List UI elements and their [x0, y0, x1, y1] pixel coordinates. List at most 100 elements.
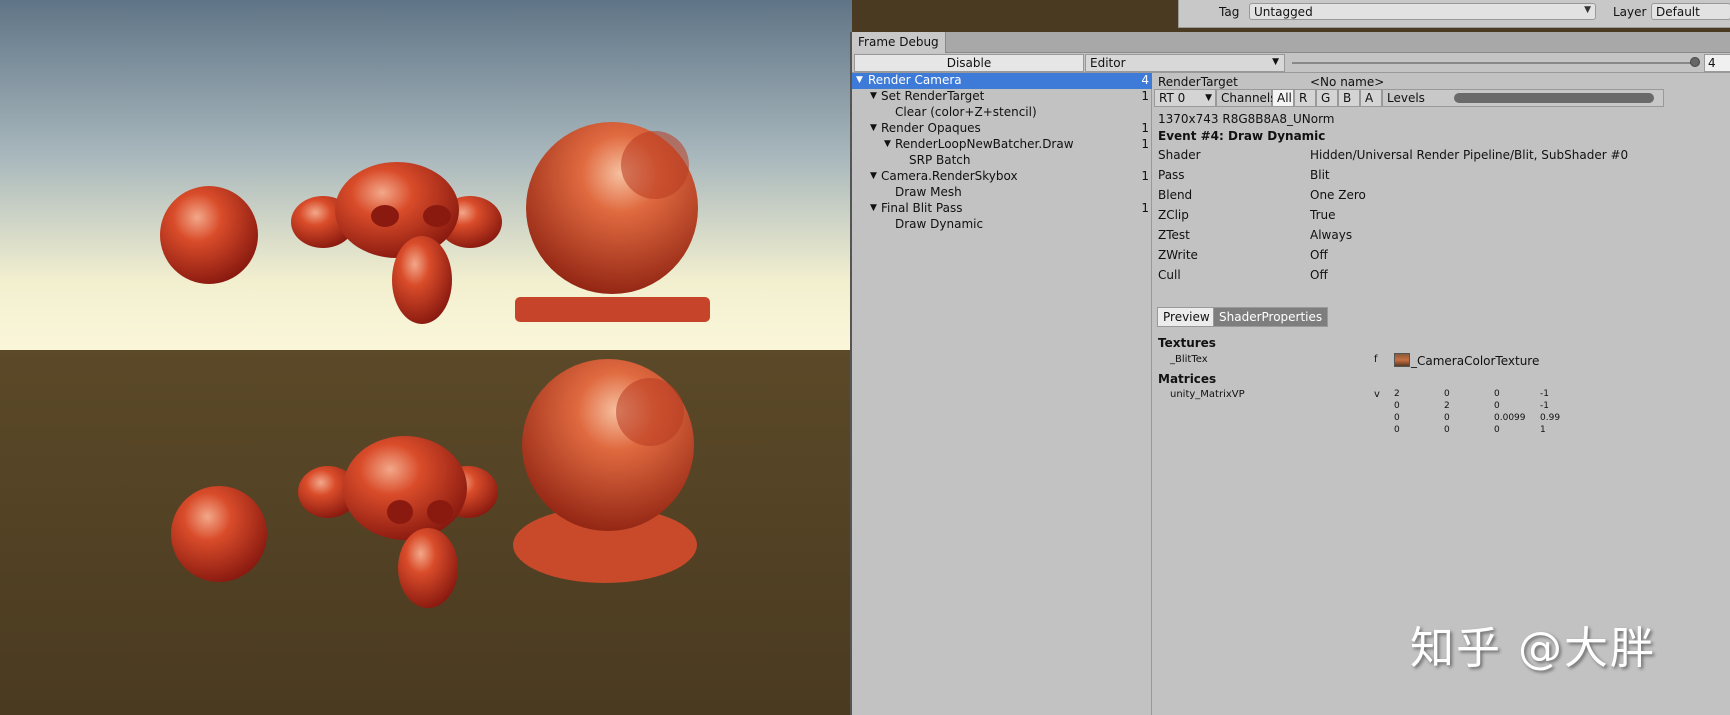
property-value: Off — [1310, 268, 1328, 282]
texture-stage: f — [1374, 354, 1378, 365]
rt-format: 1370x743 R8G8B8A8_UNorm — [1158, 112, 1335, 126]
chevron-down-icon: ▼ — [1584, 5, 1591, 15]
tag-dropdown[interactable]: Untagged ▼ — [1249, 3, 1596, 20]
expand-triangle-icon[interactable]: ▼ — [870, 89, 877, 104]
expand-triangle-icon[interactable]: ▼ — [870, 169, 877, 184]
event-title: Event #4: Draw Dynamic — [1158, 129, 1326, 143]
chevron-down-icon: ▼ — [1272, 57, 1279, 67]
tree-item-label: Clear (color+Z+stencil) — [895, 105, 1037, 119]
channel-b-button[interactable]: B — [1338, 89, 1360, 107]
channel-r-button[interactable]: R — [1294, 89, 1316, 107]
channel-all-button[interactable]: All — [1272, 89, 1294, 107]
tab-frame-debug[interactable]: Frame Debug — [852, 32, 946, 53]
matrix-cell: 0 — [1394, 425, 1400, 435]
tree-item-draw-dynamic[interactable]: Draw Dynamic — [852, 217, 1152, 233]
tree-item-label: Render Opaques — [881, 121, 981, 135]
levels-label: Levels — [1387, 91, 1425, 105]
tree-item-count: 1 — [1141, 137, 1149, 151]
texture-value: _CameraColorTexture — [1411, 354, 1540, 368]
render-target-controls: RT 0 ▼ Channels All R G B A Levels — [1154, 89, 1664, 107]
event-slider-handle[interactable] — [1690, 57, 1700, 67]
matrix-cell: 0.99 — [1540, 413, 1561, 423]
matrix-cell: -1 — [1540, 389, 1549, 399]
matrix-cell: 0 — [1444, 425, 1450, 435]
matrices-heading: Matrices — [1158, 372, 1217, 386]
tree-item-count: 1 — [1141, 121, 1149, 135]
matrix-cell: 1 — [1540, 425, 1546, 435]
property-name: ZClip — [1158, 208, 1189, 222]
render-target-label: RenderTarget — [1158, 75, 1238, 89]
property-name: Blend — [1158, 188, 1193, 202]
matrix-cell: 0 — [1494, 401, 1500, 411]
layer-dropdown[interactable]: Default — [1651, 3, 1730, 20]
property-name: ZWrite — [1158, 248, 1198, 262]
expand-triangle-icon[interactable]: ▼ — [870, 121, 877, 136]
tree-item-label: Set RenderTarget — [881, 89, 985, 103]
matrix-cell: 0 — [1494, 425, 1500, 435]
tree-item-renderloop-draw[interactable]: ▼ RenderLoopNewBatcher.Draw 1 — [852, 137, 1152, 153]
matrix-cell: 0 — [1444, 413, 1450, 423]
tree-item-label: Draw Mesh — [895, 185, 962, 199]
material-ball-bottom — [513, 359, 697, 583]
tab-shader-properties[interactable]: ShaderProperties — [1213, 307, 1329, 327]
window-tab-bar: Frame Debug — [852, 32, 1730, 53]
event-slider[interactable] — [1292, 62, 1697, 64]
channel-g-button[interactable]: G — [1316, 89, 1338, 107]
property-value: One Zero — [1310, 188, 1366, 202]
matrix-cell: 0 — [1394, 413, 1400, 423]
texture-name: _BlitTex — [1170, 354, 1208, 365]
tree-item-srp-batch[interactable]: SRP Batch — [852, 153, 1152, 169]
tree-item-draw-mesh[interactable]: Draw Mesh — [852, 185, 1152, 201]
sphere-small-bottom — [171, 486, 267, 582]
matrix-cell: 0 — [1394, 401, 1400, 411]
levels-slider[interactable] — [1454, 93, 1654, 103]
matrix-cell: -1 — [1540, 401, 1549, 411]
rt-select-dropdown[interactable]: RT 0 ▼ — [1154, 89, 1216, 107]
property-name: Pass — [1158, 168, 1185, 182]
tag-label: Tag — [1219, 5, 1240, 19]
matrix-cell: 0 — [1444, 389, 1450, 399]
tree-item-label: Draw Dynamic — [895, 217, 984, 231]
matrix-cell: 2 — [1444, 401, 1450, 411]
disable-button[interactable]: Disable — [854, 54, 1084, 72]
property-value: True — [1310, 208, 1336, 222]
frame-debug-toolbar: Disable Editor ▼ 4 — [852, 53, 1730, 73]
layer-label: Layer — [1613, 5, 1647, 19]
event-tree: ▼ Render Camera 4 ▼ Set RenderTarget 1 C… — [852, 73, 1152, 715]
property-value: Blit — [1310, 168, 1330, 182]
property-value: Always — [1310, 228, 1353, 242]
expand-triangle-icon[interactable]: ▼ — [884, 137, 891, 152]
matrix-cell: 0.0099 — [1494, 413, 1526, 423]
tree-item-count: 4 — [1141, 73, 1149, 87]
tree-item-label: Render Camera — [868, 73, 962, 87]
watermark: 知乎 @大胖 — [1410, 623, 1656, 674]
matrix-name: unity_MatrixVP — [1170, 389, 1245, 400]
tree-item-render-camera[interactable]: ▼ Render Camera 4 — [852, 73, 1152, 89]
channel-a-button[interactable]: A — [1360, 89, 1382, 107]
event-index-field[interactable]: 4 — [1704, 54, 1730, 72]
tag-value: Untagged — [1254, 5, 1313, 19]
chevron-down-icon: ▼ — [1205, 93, 1212, 103]
matrix-cell: 2 — [1394, 389, 1400, 399]
tree-item-render-opaques[interactable]: ▼ Render Opaques 1 — [852, 121, 1152, 137]
property-name: Cull — [1158, 268, 1181, 282]
rt-select-value: RT 0 — [1159, 91, 1186, 105]
tree-item-clear[interactable]: Clear (color+Z+stencil) — [852, 105, 1152, 121]
texture-thumbnail-icon[interactable] — [1394, 353, 1410, 367]
tree-item-final-blit-pass[interactable]: ▼ Final Blit Pass 1 — [852, 201, 1152, 217]
tree-item-count: 1 — [1141, 201, 1149, 215]
scene-render — [0, 0, 852, 715]
tree-item-set-rendertarget[interactable]: ▼ Set RenderTarget 1 — [852, 89, 1152, 105]
target-dropdown[interactable]: Editor ▼ — [1085, 54, 1285, 72]
scene-view[interactable] — [0, 0, 852, 715]
tree-item-render-skybox[interactable]: ▼ Camera.RenderSkybox 1 — [852, 169, 1152, 185]
expand-triangle-icon[interactable]: ▼ — [856, 73, 863, 88]
tree-item-label: Final Blit Pass — [881, 201, 963, 215]
tab-preview[interactable]: Preview — [1157, 307, 1216, 327]
expand-triangle-icon[interactable]: ▼ — [870, 201, 877, 216]
property-name: ZTest — [1158, 228, 1190, 242]
matrix-cell: 0 — [1494, 389, 1500, 399]
target-value: Editor — [1090, 56, 1126, 70]
tree-item-label: SRP Batch — [909, 153, 971, 167]
tree-item-count: 1 — [1141, 89, 1149, 103]
